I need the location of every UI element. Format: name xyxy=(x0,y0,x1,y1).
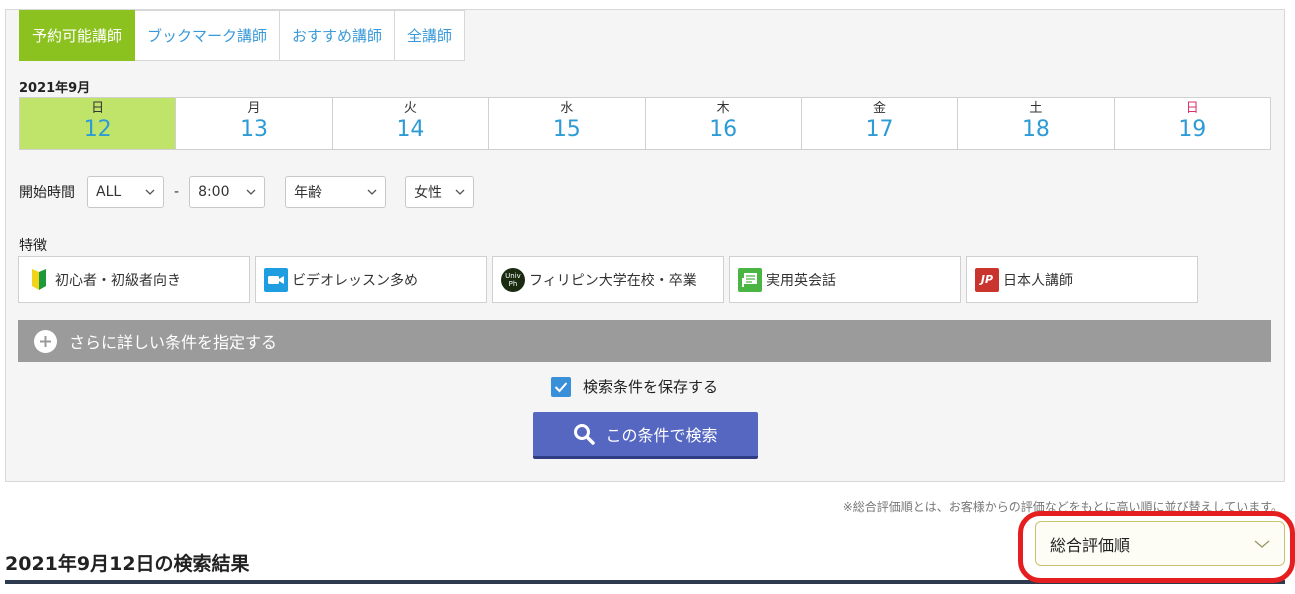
day-number: 14 xyxy=(396,117,425,142)
day-cell-15[interactable]: 水 15 xyxy=(488,98,644,149)
save-conditions: 検索条件を保存する xyxy=(551,376,718,397)
tab-all-teachers[interactable]: 全講師 xyxy=(395,10,466,61)
chevron-down-icon xyxy=(455,189,465,195)
age-value: 年齢 xyxy=(294,185,323,201)
day-name: 日 xyxy=(91,101,105,116)
jp-icon: JP xyxy=(975,267,999,292)
feature-label: 実用英会話 xyxy=(766,272,836,289)
month-label: 2021年9月 xyxy=(19,81,91,96)
video-camera-icon xyxy=(264,267,288,292)
age-select[interactable]: 年齢 xyxy=(285,176,387,208)
time-separator: - xyxy=(174,184,180,200)
tab-bookmark-teachers[interactable]: ブックマーク講師 xyxy=(135,10,281,61)
start-time-label: 開始時間 xyxy=(19,185,75,201)
end-time-select[interactable]: 8:00 xyxy=(189,176,266,208)
feature-options: 初心者・初級者向き ビデオレッスン多め Univ Ph フィリピン大学在校・卒業 … xyxy=(18,256,1203,303)
search-button[interactable]: この条件で検索 xyxy=(533,412,758,459)
day-cell-16[interactable]: 木 16 xyxy=(644,98,801,149)
day-number: 19 xyxy=(1178,117,1207,142)
univ-ph-icon: Univ Ph xyxy=(501,267,525,292)
tab-available-teachers[interactable]: 予約可能講師 xyxy=(19,10,136,61)
gender-select[interactable]: 女性 xyxy=(405,176,475,208)
feature-ph-university[interactable]: Univ Ph フィリピン大学在校・卒業 xyxy=(492,256,724,303)
chevron-down-icon xyxy=(367,189,377,195)
start-time-select[interactable]: ALL xyxy=(87,176,164,208)
end-time-value: 8:00 xyxy=(198,184,230,200)
more-conditions-label: さらに詳しい条件を指定する xyxy=(69,333,278,352)
day-cell-13[interactable]: 月 13 xyxy=(175,98,331,149)
search-button-label: この条件で検索 xyxy=(605,426,718,445)
features-label: 特徴 xyxy=(19,238,47,254)
feature-label: 日本人講師 xyxy=(1003,272,1073,289)
more-conditions-toggle[interactable]: さらに詳しい条件を指定する xyxy=(18,320,1271,362)
feature-label: 初心者・初級者向き xyxy=(55,272,181,289)
time-filters: 開始時間 ALL - 8:00 年齢 女性 xyxy=(19,176,475,208)
day-number: 17 xyxy=(865,117,894,142)
chevron-down-icon xyxy=(246,189,256,195)
feature-label: フィリピン大学在校・卒業 xyxy=(529,272,697,289)
day-name: 土 xyxy=(1029,101,1043,116)
univ-ph-icon-text: Univ Ph xyxy=(505,271,521,288)
day-number: 13 xyxy=(240,117,269,142)
feature-beginner[interactable]: 初心者・初級者向き xyxy=(18,256,250,303)
feature-japanese-teacher[interactable]: JP 日本人講師 xyxy=(966,256,1198,303)
day-name: 月 xyxy=(247,101,261,116)
sort-select[interactable]: 総合評価順 xyxy=(1035,521,1285,566)
day-number: 15 xyxy=(552,117,581,142)
day-cell-18[interactable]: 土 18 xyxy=(957,98,1113,149)
feature-video-lesson[interactable]: ビデオレッスン多め xyxy=(255,256,487,303)
day-name: 日 xyxy=(1185,101,1199,116)
day-number: 16 xyxy=(709,117,738,142)
check-icon xyxy=(554,381,568,392)
day-cell-14[interactable]: 火 14 xyxy=(331,98,488,149)
day-name: 木 xyxy=(716,101,730,116)
gender-value: 女性 xyxy=(414,185,443,201)
beginner-mark-icon xyxy=(27,268,51,292)
day-name: 水 xyxy=(560,101,574,116)
day-name: 金 xyxy=(873,101,887,116)
save-conditions-checkbox[interactable] xyxy=(551,376,571,397)
day-name: 火 xyxy=(403,101,417,116)
start-time-value: ALL xyxy=(96,184,122,200)
conversation-icon xyxy=(738,267,762,292)
day-cell-12[interactable]: 日 12 xyxy=(20,98,176,149)
day-number: 18 xyxy=(1021,117,1050,142)
feature-practical-english[interactable]: 実用英会話 xyxy=(729,256,961,303)
plus-icon xyxy=(34,329,57,353)
search-icon xyxy=(573,423,596,445)
search-panel: 予約可能講師 ブックマーク講師 おすすめ講師 全講師 2021年9月 日 12 … xyxy=(5,9,1285,482)
chevron-down-icon xyxy=(1254,539,1270,548)
tab-recommended-teachers[interactable]: おすすめ講師 xyxy=(280,10,396,61)
day-number: 12 xyxy=(83,117,112,142)
day-cell-17[interactable]: 金 17 xyxy=(800,98,957,149)
day-selector: 日 12 月 13 火 14 水 15 木 16 金 17 土 18 日 19 xyxy=(19,97,1271,150)
chevron-down-icon xyxy=(145,189,155,195)
save-conditions-label: 検索条件を保存する xyxy=(583,378,719,396)
teacher-tabs: 予約可能講師 ブックマーク講師 おすすめ講師 全講師 xyxy=(19,10,466,61)
day-cell-19[interactable]: 日 19 xyxy=(1113,98,1270,149)
feature-label: ビデオレッスン多め xyxy=(292,272,418,289)
results-title: 2021年9月12日の検索結果 xyxy=(5,553,250,575)
sort-value: 総合評価順 xyxy=(1050,535,1131,555)
